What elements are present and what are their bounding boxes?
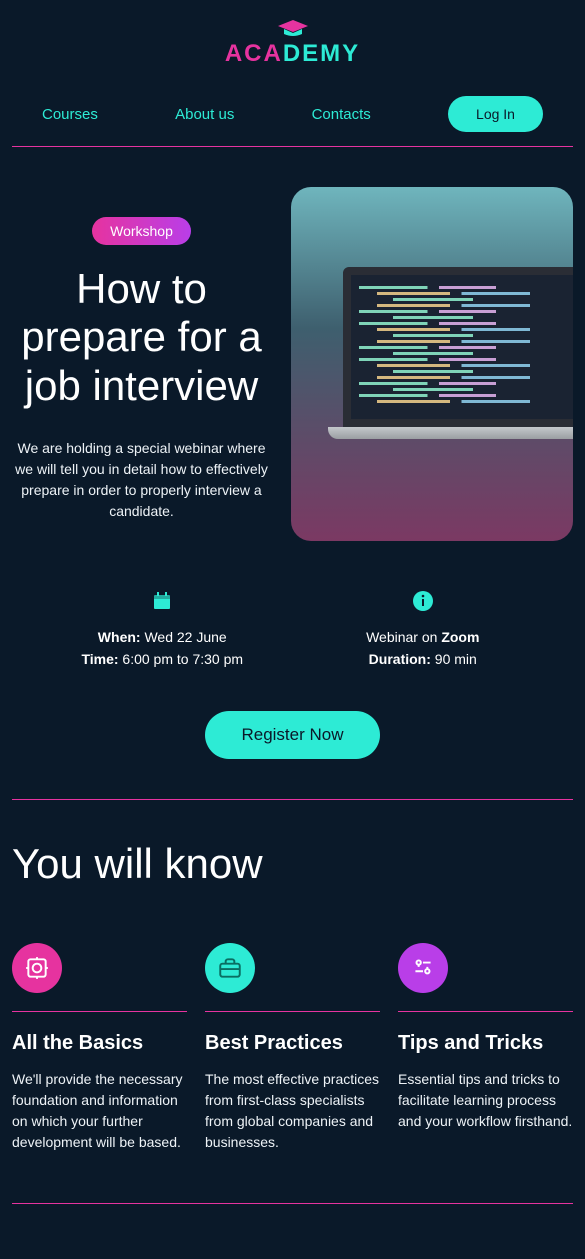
login-button[interactable]: Log In bbox=[448, 96, 543, 132]
card-title: Best Practices bbox=[205, 1032, 380, 1055]
card-tips: Tips and Tricks Essential tips and trick… bbox=[398, 943, 573, 1153]
card-divider bbox=[398, 1011, 573, 1012]
duration-line: Duration: 90 min bbox=[293, 648, 554, 670]
nav-about[interactable]: About us bbox=[175, 106, 234, 123]
when-line: When: Wed 22 June bbox=[32, 626, 293, 648]
know-section: You will know All the Basics We'll provi… bbox=[12, 800, 573, 1203]
time-line: Time: 6:00 pm to 7:30 pm bbox=[32, 648, 293, 670]
logo-right: DEMY bbox=[283, 40, 360, 67]
briefcase-icon bbox=[205, 943, 255, 993]
card-basics: All the Basics We'll provide the necessa… bbox=[12, 943, 187, 1153]
logo: ACADEMY bbox=[12, 20, 573, 68]
card-description: Essential tips and tricks to facilitate … bbox=[398, 1069, 573, 1132]
when-label: When: bbox=[98, 629, 141, 645]
card-title: All the Basics bbox=[12, 1032, 187, 1055]
hero-title: How to prepare for a job interview bbox=[12, 265, 271, 410]
card-description: We'll provide the necessary foundation a… bbox=[12, 1069, 187, 1153]
when-value: Wed 22 June bbox=[141, 629, 227, 645]
header: ACADEMY bbox=[12, 0, 573, 78]
nav-contacts[interactable]: Contacts bbox=[312, 106, 371, 123]
laptop-illustration bbox=[343, 267, 573, 467]
logo-text: ACADEMY bbox=[225, 40, 360, 68]
compass-icon bbox=[12, 943, 62, 993]
webinar-line: Webinar on Zoom bbox=[293, 626, 554, 648]
info-icon bbox=[293, 591, 554, 616]
nav-courses[interactable]: Courses bbox=[42, 106, 98, 123]
time-label: Time: bbox=[81, 651, 118, 667]
card-practices: Best Practices The most effective practi… bbox=[205, 943, 380, 1153]
cta-row: Register Now bbox=[12, 701, 573, 799]
hero-section: Workshop How to prepare for a job interv… bbox=[12, 147, 573, 571]
graduation-cap-icon bbox=[278, 20, 308, 38]
time-value: 6:00 pm to 7:30 pm bbox=[119, 651, 244, 667]
logo-left: ACA bbox=[225, 40, 283, 67]
info-when: When: Wed 22 June Time: 6:00 pm to 7:30 … bbox=[32, 591, 293, 671]
hero-image bbox=[291, 187, 573, 541]
duration-value: 90 min bbox=[431, 651, 477, 667]
webinar-prefix: Webinar on bbox=[366, 629, 441, 645]
main-nav: Courses About us Contacts Log In bbox=[12, 78, 573, 147]
info-webinar: Webinar on Zoom Duration: 90 min bbox=[293, 591, 554, 671]
cards-row: All the Basics We'll provide the necessa… bbox=[12, 943, 573, 1153]
card-title: Tips and Tricks bbox=[398, 1032, 573, 1055]
card-divider bbox=[12, 1011, 187, 1012]
webinar-platform: Zoom bbox=[441, 629, 479, 645]
register-button[interactable]: Register Now bbox=[205, 711, 379, 759]
duration-label: Duration: bbox=[369, 651, 431, 667]
workshop-badge: Workshop bbox=[92, 217, 191, 245]
card-divider bbox=[205, 1011, 380, 1012]
hero-content: Workshop How to prepare for a job interv… bbox=[12, 187, 271, 522]
chat-icon bbox=[398, 943, 448, 993]
info-row: When: Wed 22 June Time: 6:00 pm to 7:30 … bbox=[12, 571, 573, 701]
know-heading: You will know bbox=[12, 840, 573, 888]
calendar-icon bbox=[32, 591, 293, 616]
section-divider bbox=[12, 1203, 573, 1204]
hero-description: We are holding a special webinar where w… bbox=[12, 438, 271, 522]
card-description: The most effective practices from first-… bbox=[205, 1069, 380, 1153]
